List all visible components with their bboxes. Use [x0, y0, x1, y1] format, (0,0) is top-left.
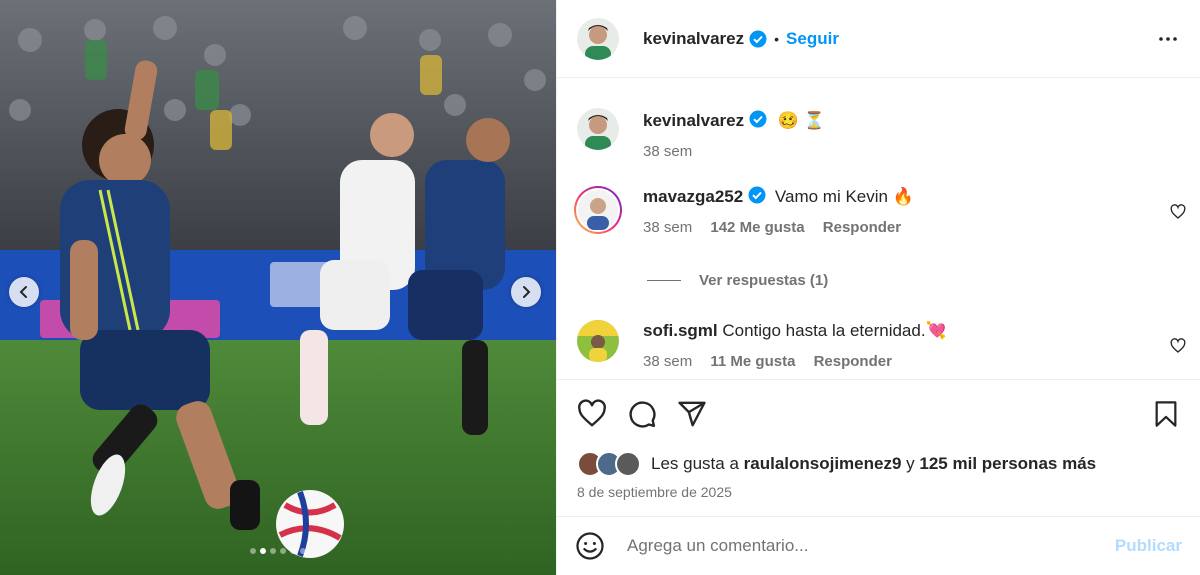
author-username[interactable]: kevinalvarez — [643, 29, 744, 49]
comment-likes[interactable]: 142 Me gusta — [710, 219, 804, 236]
carousel-dot — [250, 548, 256, 554]
chevron-left-icon — [19, 286, 27, 298]
likes-count[interactable]: 125 mil personas más — [919, 454, 1096, 474]
emoji-icon[interactable] — [575, 531, 605, 561]
heart-icon[interactable] — [577, 399, 607, 429]
replies-divider — [647, 280, 681, 281]
carousel-dot — [290, 548, 296, 554]
author-avatar[interactable] — [577, 108, 619, 150]
commenter-avatar[interactable] — [577, 320, 619, 362]
commenter-avatar[interactable] — [574, 186, 622, 234]
comment-text: Contigo hasta la eternidad.💘 — [722, 321, 947, 340]
post-details: kevinalvarez • Seguir kevinalvarez 🥴 ⏳ 3… — [556, 0, 1200, 575]
comment-username[interactable]: sofi.sgml — [643, 321, 718, 340]
publish-button[interactable]: Publicar — [1115, 536, 1182, 556]
liker-avatar — [615, 451, 641, 477]
author-avatar[interactable] — [577, 17, 619, 60]
view-replies-label: Ver respuestas (1) — [699, 272, 829, 289]
likes-summary: Les gusta a raulalonsojimenez9 y 125 mil… — [557, 451, 1200, 477]
likes-prefix: Les gusta a — [651, 454, 739, 473]
separator: • — [774, 30, 780, 47]
post-photo — [0, 0, 556, 575]
post-date[interactable]: 8 de septiembre de 2025 — [557, 484, 1200, 500]
more-icon[interactable] — [1156, 27, 1180, 51]
comment-item: sofi.sgml Contigo hasta la eternidad.💘 3… — [577, 320, 1186, 370]
follow-button[interactable]: Seguir — [786, 29, 839, 49]
add-comment-bar: Publicar — [557, 516, 1200, 575]
bookmark-icon[interactable] — [1152, 399, 1180, 429]
verified-icon — [749, 30, 767, 47]
comment-time: 38 sem — [643, 353, 693, 370]
post-actions: Les gusta a raulalonsojimenez9 y 125 mil… — [557, 379, 1200, 500]
liker-avatars[interactable] — [577, 451, 641, 477]
chevron-right-icon — [523, 286, 531, 298]
post-header: kevinalvarez • Seguir — [557, 0, 1200, 78]
likes-middle: y — [906, 454, 915, 473]
comment-text: Vamo mi Kevin 🔥 — [774, 187, 914, 206]
comment-input[interactable] — [625, 535, 1115, 557]
carousel-next-button[interactable] — [511, 277, 541, 307]
caption-username[interactable]: kevinalvarez — [643, 111, 744, 130]
carousel-indicator — [0, 548, 556, 554]
share-icon[interactable] — [677, 399, 707, 429]
comment-likes[interactable]: 11 Me gusta — [710, 353, 795, 370]
reply-button[interactable]: Responder — [814, 353, 892, 370]
carousel-prev-button[interactable] — [9, 277, 39, 307]
comment-icon[interactable] — [627, 399, 657, 429]
carousel-dot — [260, 548, 266, 554]
carousel-dot — [280, 548, 286, 554]
comment-username[interactable]: mavazga252 — [643, 187, 743, 206]
comment-time: 38 sem — [643, 219, 693, 236]
view-replies-button[interactable]: Ver respuestas (1) — [647, 272, 828, 289]
caption-text: 🥴 ⏳ — [777, 111, 825, 130]
comments-list[interactable]: kevinalvarez 🥴 ⏳ 38 sem mavazga252 Vamo … — [557, 78, 1200, 379]
carousel-dot — [270, 548, 276, 554]
heart-icon[interactable] — [1170, 338, 1186, 354]
comment-item: mavazga252 Vamo mi Kevin 🔥 38 sem 142 Me… — [574, 186, 1186, 236]
liker-username[interactable]: raulalonsojimenez9 — [744, 454, 902, 474]
heart-icon[interactable] — [1170, 204, 1186, 220]
verified-icon — [749, 110, 767, 128]
carousel-dot — [300, 548, 306, 554]
verified-icon — [748, 186, 766, 204]
reply-button[interactable]: Responder — [823, 219, 901, 236]
caption-time: 38 sem — [643, 143, 693, 160]
post-media[interactable] — [0, 0, 556, 575]
post-caption: kevinalvarez 🥴 ⏳ 38 sem — [577, 108, 1186, 160]
